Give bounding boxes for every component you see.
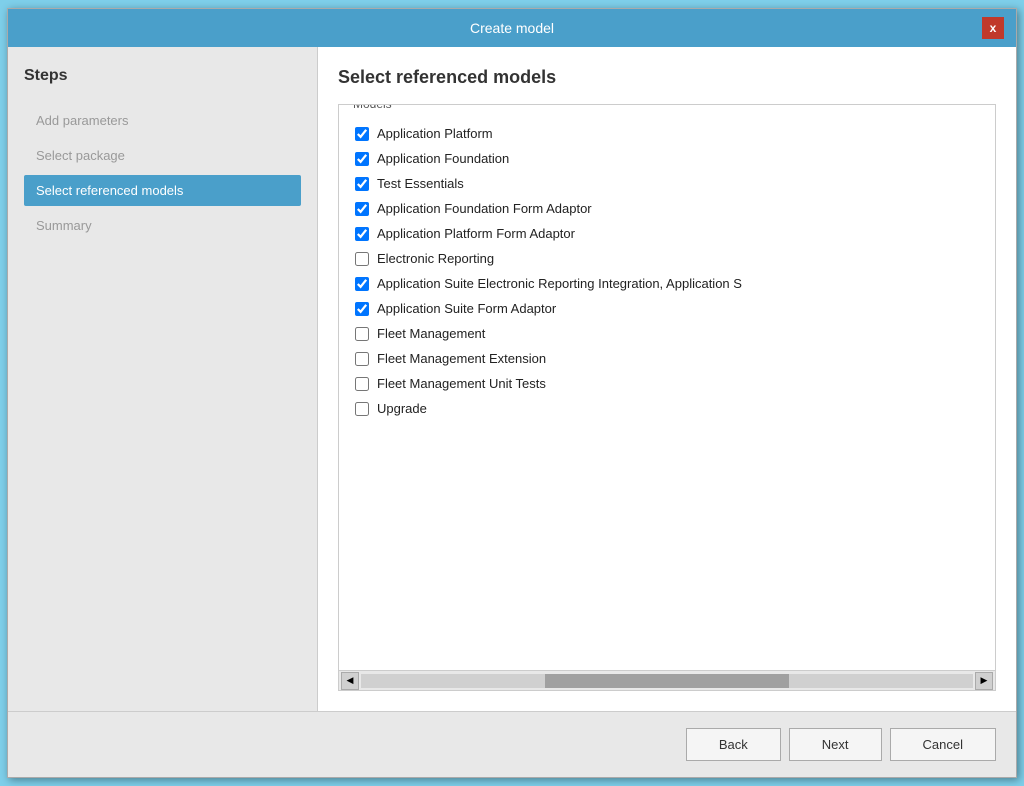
model-label-app-suite-form-adaptor[interactable]: Application Suite Form Adaptor: [377, 301, 556, 316]
model-label-app-foundation-form-adaptor[interactable]: Application Foundation Form Adaptor: [377, 201, 592, 216]
model-checkbox-app-foundation-form-adaptor[interactable]: [355, 202, 369, 216]
model-checkbox-app-platform[interactable]: [355, 127, 369, 141]
model-checkbox-fleet-management[interactable]: [355, 327, 369, 341]
list-item: Electronic Reporting: [347, 246, 995, 271]
h-scroll-right[interactable]: ▶: [975, 672, 993, 690]
model-label-electronic-reporting[interactable]: Electronic Reporting: [377, 251, 494, 266]
list-item: Application Platform: [347, 121, 995, 146]
main-panel: Select referenced models Models Applicat…: [318, 47, 1016, 711]
model-label-fleet-management[interactable]: Fleet Management: [377, 326, 485, 341]
cancel-button[interactable]: Cancel: [890, 728, 996, 761]
model-checkbox-test-essentials[interactable]: [355, 177, 369, 191]
steps-heading: Steps: [24, 67, 301, 85]
list-item: Application Suite Form Adaptor: [347, 296, 995, 321]
create-model-dialog: Create model x Steps Add parameters Sele…: [7, 8, 1017, 778]
model-checkbox-upgrade[interactable]: [355, 402, 369, 416]
close-button[interactable]: x: [982, 17, 1004, 39]
step-select-package[interactable]: Select package: [24, 140, 301, 171]
models-group: Models Application Platform Application F…: [338, 104, 996, 691]
back-button[interactable]: Back: [686, 728, 781, 761]
model-label-app-platform[interactable]: Application Platform: [377, 126, 493, 141]
next-button[interactable]: Next: [789, 728, 882, 761]
step-select-referenced-models[interactable]: Select referenced models: [24, 175, 301, 206]
model-checkbox-app-platform-form-adaptor[interactable]: [355, 227, 369, 241]
model-label-fleet-management-unit-tests[interactable]: Fleet Management Unit Tests: [377, 376, 546, 391]
model-checkbox-app-suite-form-adaptor[interactable]: [355, 302, 369, 316]
model-label-app-suite-er-integration[interactable]: Application Suite Electronic Reporting I…: [377, 276, 742, 291]
list-item: Application Foundation Form Adaptor: [347, 196, 995, 221]
list-item: Application Suite Electronic Reporting I…: [347, 271, 995, 296]
models-scroll-area[interactable]: Application Platform Application Foundati…: [339, 113, 995, 670]
title-bar: Create model x: [8, 9, 1016, 47]
model-checkbox-app-suite-er-integration[interactable]: [355, 277, 369, 291]
dialog-title: Create model: [42, 20, 982, 36]
step-add-parameters[interactable]: Add parameters: [24, 105, 301, 136]
list-item: Fleet Management Unit Tests: [347, 371, 995, 396]
model-checkbox-fleet-management-extension[interactable]: [355, 352, 369, 366]
models-group-label: Models: [349, 104, 396, 111]
steps-panel: Steps Add parameters Select package Sele…: [8, 47, 318, 711]
h-scroll-left[interactable]: ◀: [341, 672, 359, 690]
content-area: Steps Add parameters Select package Sele…: [8, 47, 1016, 711]
list-item: Fleet Management: [347, 321, 995, 346]
footer: Back Next Cancel: [8, 711, 1016, 777]
model-label-fleet-management-extension[interactable]: Fleet Management Extension: [377, 351, 546, 366]
list-item: Test Essentials: [347, 171, 995, 196]
list-item: Application Platform Form Adaptor: [347, 221, 995, 246]
step-summary[interactable]: Summary: [24, 210, 301, 241]
list-item: Application Foundation: [347, 146, 995, 171]
h-scroll-thumb: [545, 674, 790, 688]
model-checkbox-app-foundation[interactable]: [355, 152, 369, 166]
model-label-app-platform-form-adaptor[interactable]: Application Platform Form Adaptor: [377, 226, 575, 241]
model-label-upgrade[interactable]: Upgrade: [377, 401, 427, 416]
horizontal-scrollbar: ◀ ▶: [339, 670, 995, 690]
list-item: Fleet Management Extension: [347, 346, 995, 371]
h-scroll-track[interactable]: [361, 674, 973, 688]
model-label-test-essentials[interactable]: Test Essentials: [377, 176, 464, 191]
main-heading: Select referenced models: [338, 67, 996, 88]
models-list-wrapper: Application Platform Application Foundati…: [339, 113, 995, 690]
model-label-app-foundation[interactable]: Application Foundation: [377, 151, 509, 166]
model-checkbox-electronic-reporting[interactable]: [355, 252, 369, 266]
model-checkbox-fleet-management-unit-tests[interactable]: [355, 377, 369, 391]
list-item: Upgrade: [347, 396, 995, 421]
